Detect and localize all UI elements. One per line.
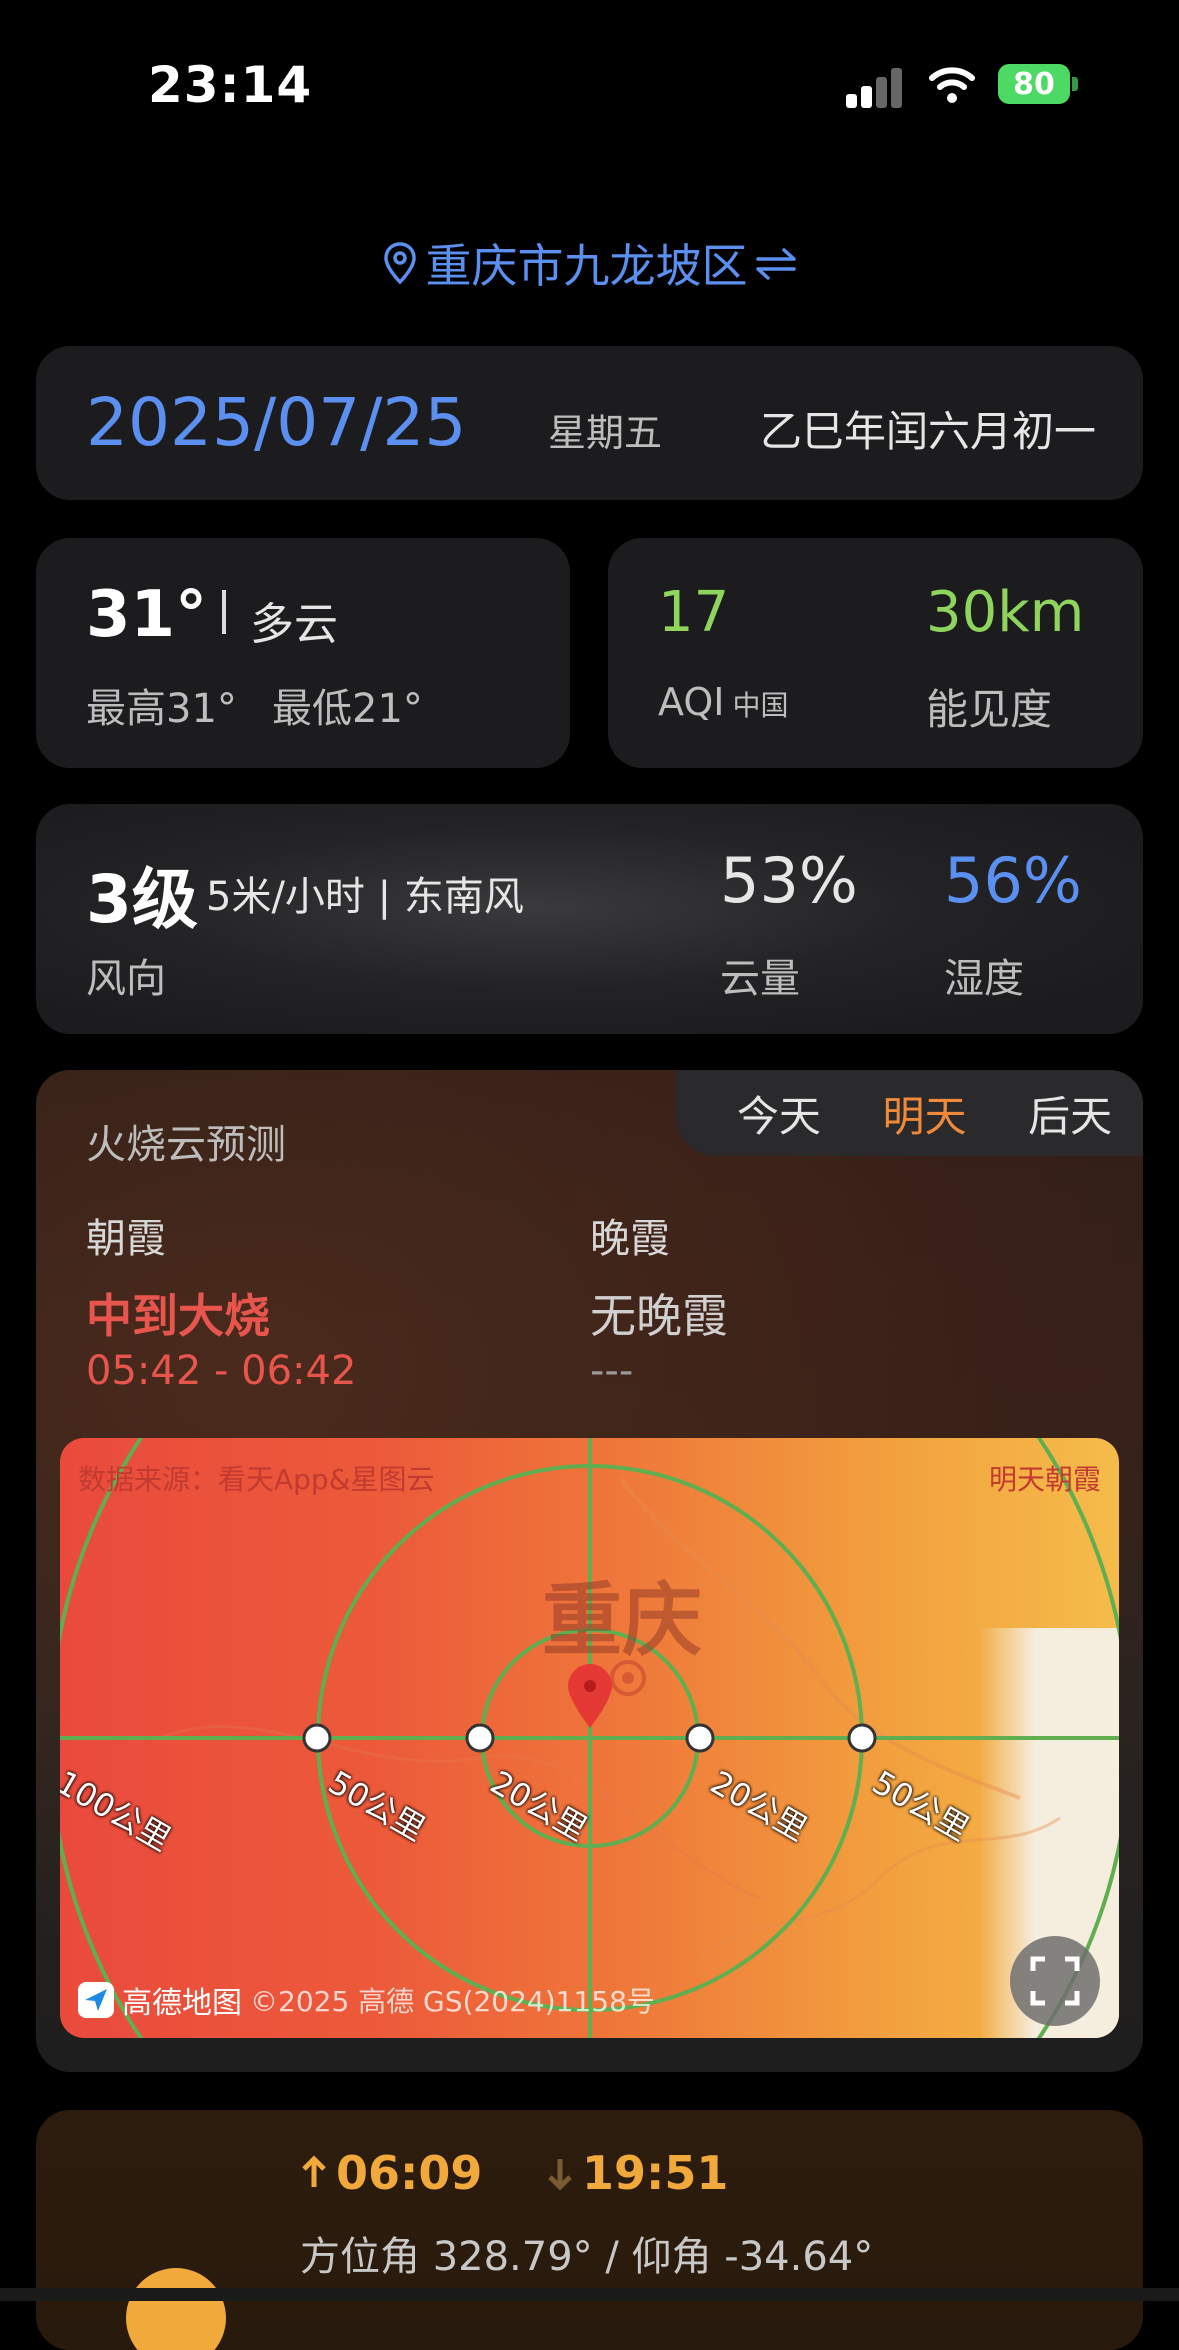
status-time: 23:14 [148,56,313,114]
map-city-label: 重庆 [542,1574,702,1667]
tab-day-after-tomorrow[interactable]: 后天 [1028,1083,1112,1144]
aqi-region: 中国 [732,689,789,722]
current-temperature: 31° [86,578,208,652]
wind-level: 3级 [86,861,198,938]
day-tabs: 今天 明天 后天 [676,1070,1143,1156]
cloud-cover-value: 53% [720,844,858,917]
morning-glow-label: 朝霞 [86,1216,166,1262]
temperature-high: 最高31° [86,686,237,732]
location-selector[interactable]: 重庆市九龙坡区 [0,228,1179,298]
date-main: 2025/07/25 [86,384,467,461]
amap-logo-icon [78,1982,114,2018]
sun-icon [126,2268,226,2350]
map-data-source: 数据来源：看天App&星图云 [78,1463,435,1496]
visibility-label: 能见度 [926,685,1053,734]
battery-indicator: 80 [998,64,1070,104]
arrow-down-icon [548,2159,572,2191]
visibility-value: 30km [926,580,1085,645]
date-weekday: 星期五 [548,411,663,455]
fullscreen-icon [1030,1956,1080,2006]
temperature-low: 最低21° [272,686,423,732]
battery-tip [1072,77,1078,91]
aqi-value: 17 [658,580,730,645]
sunrise-time: 06:09 [336,2146,483,2200]
weather-card: 31° 多云 最高31° 最低21° [36,538,570,768]
evening-glow-value: 无晚霞 [590,1289,728,1343]
humidity-value: 56% [944,844,1082,917]
sunrise: 06:09 [300,2146,482,2200]
wind-card: 3级 5米/小时 | 东南风 风向 53% 云量 56% 湿度 [36,804,1143,1034]
map-distance-rings [60,1438,1119,2038]
evening-glow-time: --- [590,1348,634,1394]
battery-level: 80 [1013,66,1055,102]
wifi-icon [929,67,975,103]
date-lunar: 乙巳年闰六月初一 [760,407,1097,456]
map-provider-name: 高德地图 [122,1986,242,2021]
fire-cloud-map[interactable]: 数据来源：看天App&星图云 明天朝霞 重庆 100公里 50公里 20公里 2… [60,1438,1119,2038]
fire-cloud-title: 火烧云预测 [86,1122,286,1168]
date-card: 2025/07/25 星期五 乙巳年闰六月初一 [36,346,1143,500]
cloud-cover-label: 云量 [720,956,800,1002]
wind-label: 风向 [86,956,166,1002]
cellular-signal-icon [846,66,902,108]
aqi-label: AQI 中国 [658,680,788,724]
tab-bar-edge [0,2288,1179,2301]
sunset-time: 19:51 [582,2146,729,2200]
weather-description: 多云 [250,599,338,650]
air-quality-card: 17 30km AQI 中国 能见度 [608,538,1143,768]
sun-angle: 方位角 328.79° / 仰角 -34.64° [300,2234,874,2280]
sun-card: 06:09 19:51 方位角 328.79° / 仰角 -34.64° [36,2110,1143,2350]
map-provider: 高德地图 ©2025 高德 GS(2024)1158号 [78,1978,655,2022]
evening-glow-label: 晚霞 [590,1216,670,1262]
tab-tomorrow[interactable]: 明天 [882,1083,966,1144]
location-pin-icon [383,242,416,285]
morning-glow-time: 05:42 - 06:42 [86,1348,357,1394]
map-mode-label: 明天朝霞 [988,1463,1101,1496]
divider [222,590,226,634]
aqi-label-text: AQI [658,680,725,724]
sunset: 19:51 [546,2146,728,2200]
map-copyright: ©2025 高德 GS(2024)1158号 [250,1985,655,2018]
wind-detail: 5米/小时 | 东南风 [206,874,524,920]
tab-today[interactable]: 今天 [737,1083,821,1144]
fullscreen-button[interactable] [1010,1936,1100,2026]
fire-cloud-forecast-card: 火烧云预测 今天 明天 后天 朝霞 中到大烧 05:42 - 06:42 晚霞 … [36,1070,1143,2072]
arrow-up-icon [302,2155,326,2187]
swap-icon [755,248,796,280]
morning-glow-value: 中到大烧 [86,1289,270,1343]
humidity-label: 湿度 [944,956,1024,1002]
location-name: 重庆市九龙坡区 [425,239,748,293]
